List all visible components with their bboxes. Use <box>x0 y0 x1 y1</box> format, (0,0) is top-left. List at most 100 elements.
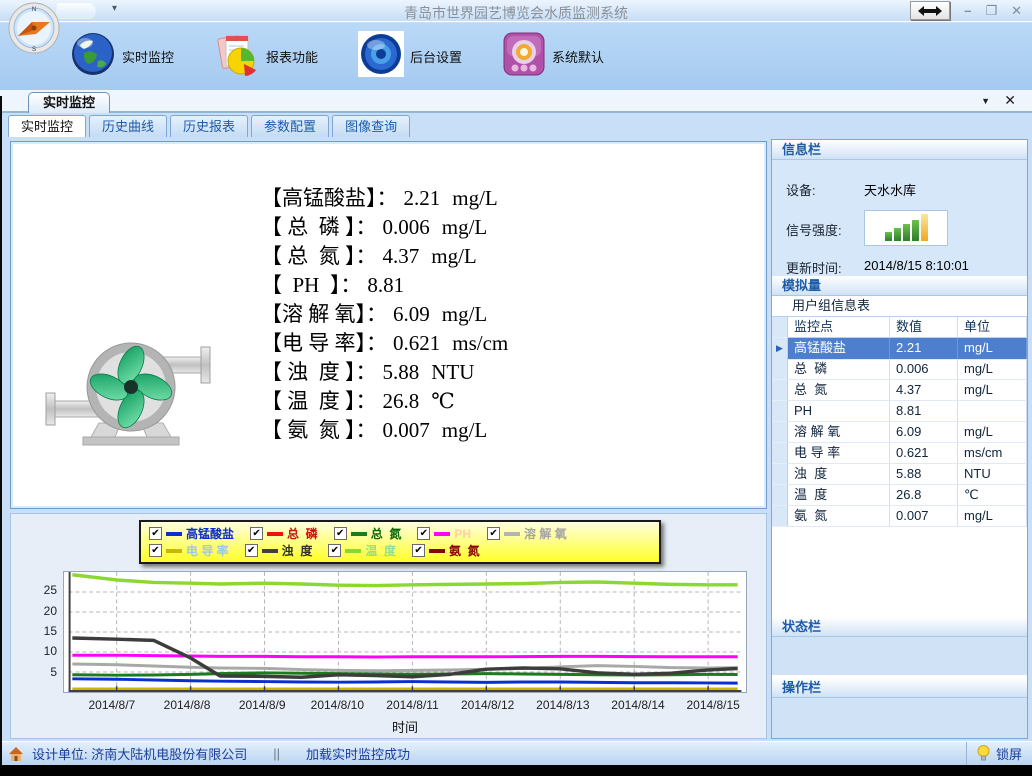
col-header-point: 监控点 <box>788 317 890 338</box>
legend-label: 高锰酸盐 <box>186 525 234 542</box>
update-time-label: 更新时间: <box>786 258 842 277</box>
reading-label: 【溶 解 氧】： <box>261 302 387 326</box>
legend-checkbox[interactable]: ✔ <box>334 527 347 540</box>
readings-list: 【高锰酸盐】：2.21mg/L【 总 磷 】：0.006mg/L【 总 氮 】：… <box>261 184 508 445</box>
reading-unit: mg/L <box>431 244 477 268</box>
cell-value: 8.81 <box>890 401 958 422</box>
series-温度 <box>72 575 737 586</box>
window-left-edge <box>0 96 2 765</box>
legend-item: ✔总 磷 <box>250 525 318 542</box>
legend-line-swatch <box>262 549 278 553</box>
toolbar-default-button[interactable]: 系统默认 <box>502 32 604 81</box>
legend-label: 溶 解 氧 <box>524 525 567 542</box>
cell-unit <box>958 401 1027 422</box>
row-gutter <box>772 380 788 401</box>
legend-line-swatch <box>434 532 450 536</box>
legend-checkbox[interactable]: ✔ <box>417 527 430 540</box>
tabstrip-close-icon[interactable]: ✕ <box>1004 92 1016 109</box>
subtab-image-query[interactable]: 图像查询 <box>332 115 410 137</box>
legend-line-swatch <box>166 549 182 553</box>
subtab-history-report[interactable]: 历史报表 <box>170 115 248 137</box>
compass-logo-icon[interactable]: N S <box>8 2 60 54</box>
table-row[interactable]: 温 度26.8℃ <box>772 485 1027 506</box>
x-tick-label: 2014/8/9 <box>227 698 297 712</box>
restore-button[interactable]: ❐ <box>985 1 997 20</box>
table-row[interactable]: 电 导 率0.621ms/cm <box>772 443 1027 464</box>
cell-value: 0.006 <box>890 359 958 380</box>
operation-section-body <box>772 698 1027 738</box>
resize-width-button[interactable] <box>910 1 950 20</box>
user-group-table: 用户组信息表 监控点 数值 单位 ▶高锰酸盐2.21mg/L总 磷0.006mg… <box>772 296 1027 527</box>
toolbar-settings-button[interactable]: 后台设置 <box>358 31 462 82</box>
table-row[interactable]: 总 磷0.006mg/L <box>772 359 1027 380</box>
toolbar-report-button[interactable]: 报表功能 <box>214 32 318 81</box>
cell-unit: mg/L <box>958 506 1027 527</box>
row-gutter <box>772 443 788 464</box>
x-axis-title: 时间 <box>63 717 747 736</box>
cell-point: 氨 氮 <box>788 506 890 527</box>
legend-checkbox[interactable]: ✔ <box>245 544 258 557</box>
table-filler <box>772 527 1027 617</box>
close-button[interactable]: ✕ <box>1011 1 1022 20</box>
legend-item: ✔浊 度 <box>245 542 313 559</box>
table-row[interactable]: PH8.81 <box>772 401 1027 422</box>
legend-checkbox[interactable]: ✔ <box>149 544 162 557</box>
toolbar-settings-label: 后台设置 <box>410 47 462 66</box>
cell-point: 温 度 <box>788 485 890 506</box>
subtab-realtime[interactable]: 实时监控 <box>8 115 86 137</box>
series-溶解氧 <box>72 664 737 671</box>
y-tick-label: 10 <box>31 644 57 658</box>
lock-screen-button[interactable]: 锁屏 <box>966 742 1032 765</box>
cell-value: 6.09 <box>890 422 958 443</box>
reading-label: 【高锰酸盐】： <box>261 186 398 210</box>
subtab-parameter-config[interactable]: 参数配置 <box>251 115 329 137</box>
right-panel: 信息栏 设备: 天水水库 信号强度: 更新时间: 2014/8/15 8:10:… <box>771 139 1028 739</box>
reading-value: 5.88 <box>383 360 420 384</box>
table-row[interactable]: 溶 解 氧6.09mg/L <box>772 422 1027 443</box>
legend-line-swatch <box>166 532 182 536</box>
toolbar-report-label: 报表功能 <box>266 47 318 66</box>
legend-checkbox[interactable]: ✔ <box>250 527 263 540</box>
table-row[interactable]: ▶高锰酸盐2.21mg/L <box>772 338 1027 359</box>
y-tick-label: 20 <box>31 604 57 618</box>
cell-value: 0.007 <box>890 506 958 527</box>
legend-checkbox[interactable]: ✔ <box>487 527 500 540</box>
legend-item: ✔ 高锰酸盐 <box>149 525 234 542</box>
tab-realtime-monitor[interactable]: 实时监控 <box>28 92 110 113</box>
home-icon <box>8 746 24 762</box>
cell-point: 浊 度 <box>788 464 890 485</box>
quick-access-chevron-icon[interactable]: ▾ <box>112 3 117 14</box>
minimize-button[interactable]: – <box>964 1 971 20</box>
info-section-body: 设备: 天水水库 信号强度: 更新时间: 2014/8/15 8:10:01 <box>772 160 1027 276</box>
reading-unit: NTU <box>431 360 474 384</box>
tabstrip-dropdown-icon[interactable]: ▼ <box>981 96 990 106</box>
reading-unit: mg/L <box>452 186 498 210</box>
reading-unit: ms/cm <box>452 331 508 355</box>
reading-value: 26.8 <box>383 389 420 413</box>
toolbar-realtime-button[interactable]: 实时监控 <box>70 31 174 82</box>
x-tick-label: 2014/8/7 <box>77 698 147 712</box>
subtab-history-curve[interactable]: 历史曲线 <box>89 115 167 137</box>
table-row[interactable]: 浊 度5.88NTU <box>772 464 1027 485</box>
reading-line: 【电 导 率】：0.621ms/cm <box>261 329 508 358</box>
table-row[interactable]: 氨 氮0.007mg/L <box>772 506 1027 527</box>
pump-icon <box>41 307 219 449</box>
cell-value: 0.621 <box>890 443 958 464</box>
load-status-text: 加载实时监控成功 <box>306 744 410 763</box>
legend-checkbox[interactable]: ✔ <box>412 544 425 557</box>
x-tick-label: 2014/8/15 <box>678 698 748 712</box>
y-tick-label: 15 <box>31 624 57 638</box>
col-header-unit: 单位 <box>958 317 1027 338</box>
table-row[interactable]: 总 氮4.37mg/L <box>772 380 1027 401</box>
legend-checkbox[interactable]: ✔ <box>149 527 162 540</box>
row-gutter <box>772 422 788 443</box>
legend-item: ✔总 氮 <box>334 525 402 542</box>
cell-value: 2.21 <box>890 338 958 360</box>
reading-label: 【 温 度 】： <box>261 389 377 413</box>
main-tab-strip: 实时监控 ▼ ✕ <box>0 90 1032 113</box>
legend-checkbox[interactable]: ✔ <box>328 544 341 557</box>
history-chart-panel: ✔高锰酸盐✔总 磷✔总 氮✔PH✔溶 解 氧✔电 导 率✔浊 度✔温 度✔氨 氮… <box>10 513 767 739</box>
globe-icon <box>70 31 116 82</box>
legend-line-swatch <box>345 549 361 553</box>
toolbar-realtime-label: 实时监控 <box>122 47 174 66</box>
